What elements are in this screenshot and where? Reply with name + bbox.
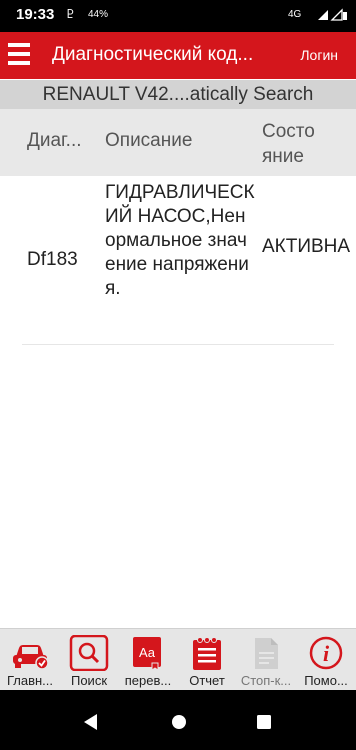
table-row[interactable]: Df183 ГИДРАВЛИЧЕСКИЙ НАСОС,Ненормальное … <box>22 176 351 344</box>
status-time: 19:33 <box>16 6 55 23</box>
report-icon <box>187 635 227 671</box>
page-title: Диагностический код... <box>52 44 254 65</box>
toolbar-freeze-frame-button[interactable]: Стоп-к... <box>236 629 296 691</box>
toolbar-search-label: Поиск <box>70 673 108 688</box>
login-button[interactable]: Логин <box>300 47 338 63</box>
column-header-state-line2: яние <box>262 146 304 167</box>
toolbar-home-label: Главн... <box>6 673 54 688</box>
toolbar-translate-label: перев... <box>124 673 172 688</box>
svg-text:i: i <box>323 641 330 666</box>
toolbar-translate-button[interactable]: Aa перев... <box>118 629 178 691</box>
row-divider <box>22 344 334 345</box>
recents-icon[interactable] <box>257 715 271 734</box>
translate-icon: Aa <box>128 635 168 671</box>
status-bar: 19:33 Ⴒ 44% 4G <box>0 0 356 32</box>
table-header: Диаг... Описание Состо яние <box>0 109 356 176</box>
car-check-icon <box>10 635 50 671</box>
toolbar-search-button[interactable]: Поиск <box>59 629 119 691</box>
svg-text:Aa: Aa <box>139 645 156 660</box>
home-icon[interactable] <box>171 714 187 735</box>
column-header-state-line1: Состо <box>262 121 315 142</box>
system-nav-bar <box>0 690 356 750</box>
toolbar-report-button[interactable]: Отчет <box>177 629 237 691</box>
app-bar: Диагностический код... Логин <box>0 32 356 79</box>
toolbar-home-button[interactable]: Главн... <box>0 629 60 691</box>
freeze-frame-icon <box>246 635 286 671</box>
usb-icon: Ⴒ <box>67 9 74 21</box>
back-icon[interactable] <box>84 714 98 735</box>
column-header-description: Описание <box>105 130 193 151</box>
dtc-state: АКТИВНА <box>262 236 351 257</box>
toolbar-report-label: Отчет <box>189 673 225 688</box>
menu-icon[interactable] <box>8 43 30 69</box>
vehicle-info-bar: RENAULT V42....atically Search <box>0 80 356 109</box>
column-header-code: Диаг... <box>27 130 82 151</box>
toolbar-help-button[interactable]: i Помо... <box>296 629 356 691</box>
search-icon <box>69 634 109 672</box>
dtc-description: ГИДРАВЛИЧЕСКИЙ НАСОС,Ненормальное значен… <box>105 182 255 299</box>
signal-battery-icons <box>300 8 348 27</box>
dtc-code: Df183 <box>27 249 78 270</box>
toolbar-help-label: Помо... <box>304 673 348 688</box>
help-icon: i <box>306 635 346 671</box>
toolbar-freeze-frame-label: Стоп-к... <box>240 673 292 688</box>
bottom-toolbar: Главн... Поиск Aa перев... Отчет Стоп-к.… <box>0 628 356 691</box>
battery-percent: 44% <box>88 9 109 20</box>
column-header-state: Состо яние <box>262 119 315 169</box>
